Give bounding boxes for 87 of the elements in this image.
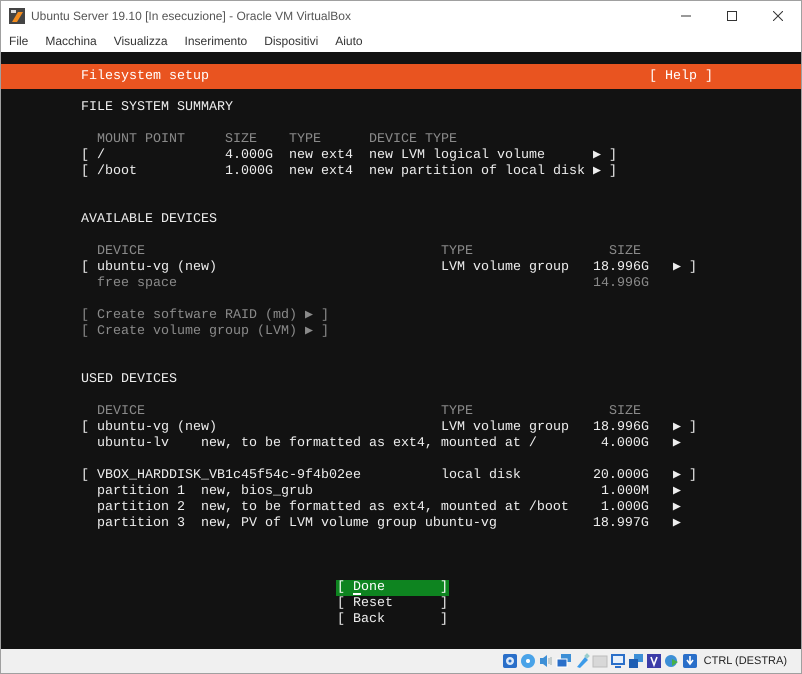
bracket: [ bbox=[81, 164, 89, 180]
mount-point[interactable]: /boot bbox=[97, 164, 137, 180]
bracket: ] bbox=[609, 148, 617, 164]
network-icon[interactable] bbox=[556, 653, 572, 669]
menu-item[interactable]: Visualizza bbox=[114, 32, 168, 50]
column-header: TYPE bbox=[441, 244, 473, 260]
menu-arrow[interactable]: ▶ bbox=[592, 164, 601, 180]
device-name: partition 1 bbox=[97, 484, 185, 500]
screen-title: Filesystem setup bbox=[81, 68, 209, 86]
bracket: [ bbox=[81, 468, 89, 484]
bracket: ] bbox=[608, 164, 617, 180]
menu-item[interactable]: Dispositivi bbox=[264, 32, 318, 50]
size-value: 4.000G bbox=[225, 148, 273, 164]
device-type: new LVM logical volume bbox=[369, 148, 545, 164]
column-header: DEVICE bbox=[97, 404, 145, 420]
menu-arrow[interactable]: ▶ bbox=[672, 436, 681, 452]
host-key-label: CTRL (DESTRA) bbox=[704, 654, 787, 669]
menu-item[interactable]: Aiuto bbox=[335, 32, 363, 50]
section-heading: AVAILABLE DEVICES bbox=[81, 212, 217, 228]
size-value: 1.000G bbox=[225, 164, 273, 180]
bracket: [ bbox=[81, 420, 89, 436]
column-header: DEVICE bbox=[97, 244, 145, 260]
bracket: ] bbox=[689, 260, 697, 276]
menu-button[interactable]: [ Done ] bbox=[336, 580, 449, 596]
device-name[interactable]: VBOX_HARDDISK_VB1c45f54c-9f4b02ee bbox=[97, 468, 361, 484]
help-button[interactable]: [ Help ] bbox=[648, 66, 713, 86]
optical-disc-icon[interactable] bbox=[520, 653, 536, 669]
menu-arrow[interactable]: ▶ bbox=[672, 420, 681, 436]
device-name: partition 2 bbox=[97, 500, 185, 516]
device-size: 1.000M bbox=[600, 484, 649, 500]
section-heading: USED DEVICES bbox=[81, 372, 177, 388]
device-type: new partition of local disk bbox=[369, 164, 585, 180]
bracket: [ bbox=[81, 148, 89, 164]
display-icon[interactable] bbox=[610, 653, 626, 669]
column-header: SIZE bbox=[609, 244, 641, 260]
device-type: LVM volume group bbox=[440, 420, 569, 436]
fs-type: new ext4 bbox=[289, 164, 353, 180]
device-description: new, bios_grub bbox=[200, 484, 313, 500]
device-size: 18.997G bbox=[592, 516, 649, 532]
column-header: DEVICE TYPE bbox=[368, 132, 457, 148]
device-description: new, PV of LVM volume group ubuntu-vg bbox=[200, 516, 497, 532]
device-size: 4.000G bbox=[600, 436, 649, 452]
device-size: 20.000G bbox=[592, 468, 649, 484]
app-icon bbox=[9, 8, 25, 24]
chip-icon[interactable] bbox=[646, 653, 662, 669]
menu-arrow[interactable]: ▶ bbox=[672, 516, 681, 532]
menu-item[interactable]: File bbox=[9, 32, 28, 50]
close-icon bbox=[773, 10, 783, 20]
bracket: ] bbox=[689, 420, 697, 436]
audio-icon[interactable] bbox=[538, 653, 554, 669]
device-name: free space bbox=[97, 276, 177, 292]
windows-icon[interactable] bbox=[628, 653, 644, 669]
window-title: Ubuntu Server 19.10 [In esecuzione] - Oracle VM VirtualBox bbox=[31, 8, 351, 24]
section-heading: FILE SYSTEM SUMMARY bbox=[81, 100, 233, 116]
menu-item[interactable]: Inserimento bbox=[184, 32, 248, 50]
menu-arrow[interactable]: ▶ bbox=[672, 484, 681, 500]
device-name[interactable]: ubuntu-vg (new) bbox=[97, 260, 217, 276]
device-size: 14.996G bbox=[592, 276, 649, 292]
device-name[interactable]: ubuntu-vg (new) bbox=[97, 420, 217, 436]
device-name: ubuntu-lv bbox=[97, 436, 169, 452]
device-description: new, to be formatted as ext4, mounted at / bbox=[200, 436, 537, 452]
bracket: [ bbox=[81, 260, 89, 276]
download-icon[interactable] bbox=[682, 653, 698, 669]
column-header: SIZE bbox=[609, 404, 641, 420]
device-size: 1.000G bbox=[600, 500, 649, 516]
maximize-icon bbox=[727, 10, 737, 20]
menu-button[interactable]: [ Back ] bbox=[336, 612, 449, 628]
menu-button[interactable]: [ Reset ] bbox=[336, 596, 449, 612]
device-type: local disk bbox=[440, 468, 521, 484]
device-size: 18.996G bbox=[592, 420, 649, 436]
device-name: partition 3 bbox=[97, 516, 185, 532]
text-cursor bbox=[353, 593, 361, 595]
menu-arrow[interactable]: ▶ bbox=[592, 148, 601, 164]
column-header: MOUNT POINT bbox=[97, 132, 185, 148]
menu-arrow[interactable]: ▶ bbox=[672, 260, 681, 276]
menu-arrow[interactable]: ▶ bbox=[672, 500, 681, 516]
menu-item[interactable]: Macchina bbox=[45, 32, 97, 50]
menu-arrow[interactable]: ▶ bbox=[672, 468, 681, 484]
fs-type: new ext4 bbox=[289, 148, 353, 164]
mount-point[interactable]: / bbox=[97, 148, 105, 164]
bracket: ] bbox=[688, 468, 697, 484]
column-header: TYPE bbox=[288, 132, 321, 148]
column-header: TYPE bbox=[441, 404, 473, 420]
device-size: 18.996G bbox=[592, 260, 649, 276]
device-type: LVM volume group bbox=[440, 260, 569, 276]
device-description: new, to be formatted as ext4, mounted at /boot bbox=[200, 500, 569, 516]
column-header: SIZE bbox=[224, 132, 257, 148]
